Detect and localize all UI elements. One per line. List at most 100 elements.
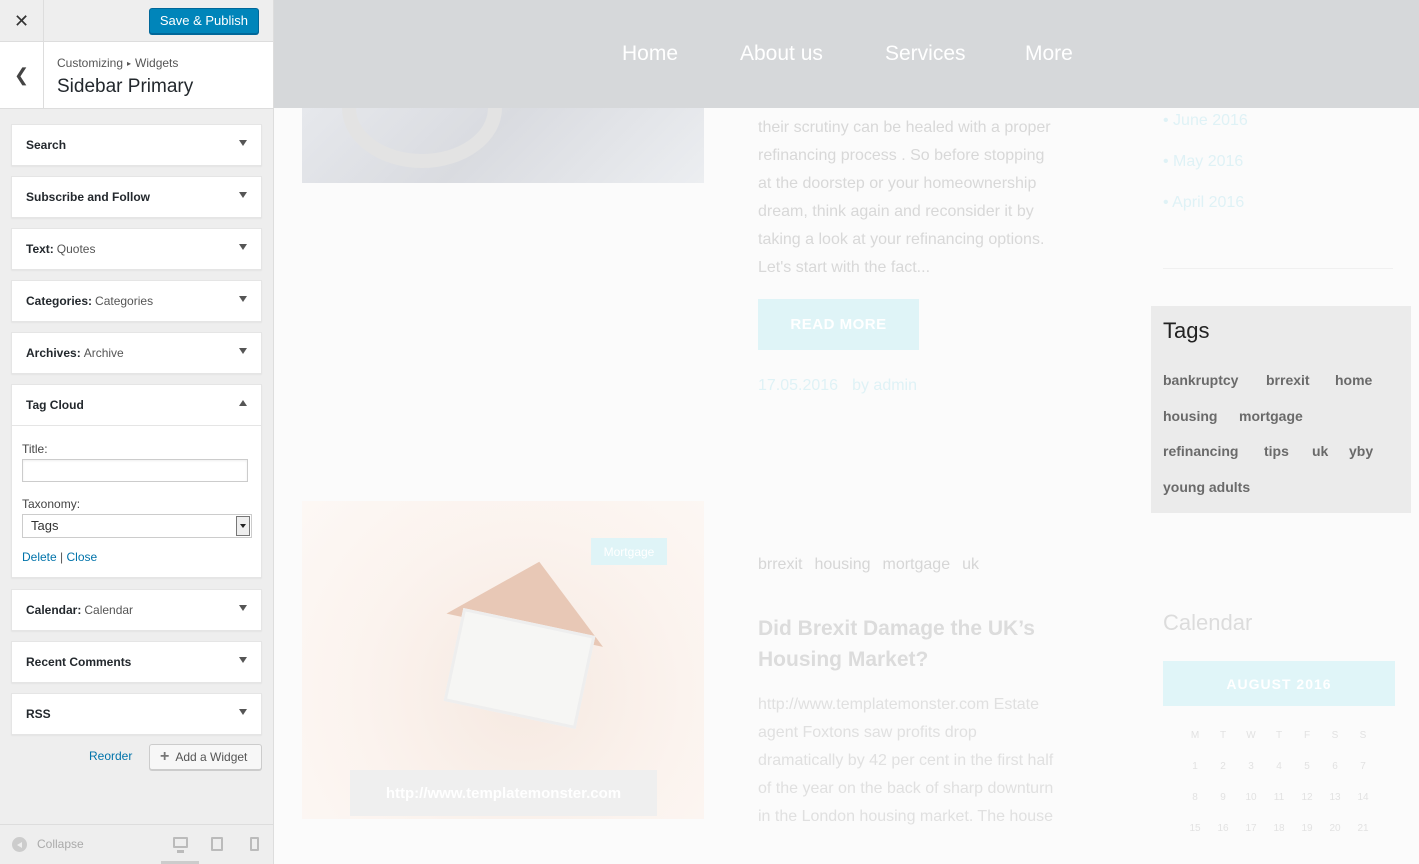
- post-tag[interactable]: uk: [962, 556, 979, 573]
- calendar-day[interactable]: 20: [1325, 823, 1345, 834]
- expand-arrow-icon[interactable]: [239, 296, 247, 302]
- nav-services[interactable]: Services: [885, 42, 966, 66]
- widget-categories[interactable]: Categories: Categories: [11, 280, 262, 322]
- widget-calendar[interactable]: Calendar: Calendar: [11, 589, 262, 631]
- widget-search[interactable]: Search: [11, 124, 262, 166]
- calendar-day[interactable]: 2: [1213, 761, 1233, 772]
- widget-text[interactable]: Text: Quotes: [11, 228, 262, 270]
- post-excerpt-line: their scrutiny can be healed with a prop…: [758, 119, 1051, 136]
- nav-more[interactable]: More: [1025, 42, 1073, 66]
- tag-link[interactable]: brrexit: [1266, 372, 1310, 388]
- calendar-day[interactable]: 7: [1353, 761, 1373, 772]
- calendar-day[interactable]: 8: [1185, 792, 1205, 803]
- post-title[interactable]: Did Brexit Damage the UK’s Housing Marke…: [758, 613, 1068, 675]
- calendar-day[interactable]: 18: [1269, 823, 1289, 834]
- tags-widget: Tags bankruptcy brrexit home housing mor…: [1151, 306, 1411, 513]
- collapse-label[interactable]: Collapse: [37, 837, 84, 851]
- close-link[interactable]: Close: [67, 550, 98, 564]
- taxonomy-select[interactable]: Tags: [22, 514, 252, 538]
- title-input[interactable]: [22, 459, 248, 482]
- expand-arrow-icon[interactable]: [239, 657, 247, 663]
- breadcrumb: Customizing ▸ Widgets: [57, 56, 178, 70]
- close-icon[interactable]: ✕: [0, 0, 44, 42]
- calendar-day[interactable]: 21: [1353, 823, 1373, 834]
- read-more-button[interactable]: READ MORE: [758, 299, 919, 350]
- tag-link[interactable]: bankruptcy: [1163, 372, 1238, 388]
- post-tag[interactable]: mortgage: [883, 556, 951, 573]
- post-excerpt-line: refinancing process . So before stopping: [758, 147, 1045, 164]
- calendar-day[interactable]: 14: [1353, 792, 1373, 803]
- post-excerpt-line: taking a look at your refinancing option…: [758, 231, 1045, 248]
- tag-link[interactable]: tips: [1264, 443, 1289, 459]
- customizer-panel: ✕ Save & Publish ❮ Customizing ▸ Widgets S…: [0, 0, 274, 864]
- collapse-arrow-icon[interactable]: [239, 400, 247, 406]
- widget-rss[interactable]: RSS: [11, 693, 262, 735]
- calendar-day[interactable]: 16: [1213, 823, 1233, 834]
- mobile-preview-icon[interactable]: [250, 837, 259, 851]
- tag-link[interactable]: young adults: [1163, 479, 1250, 495]
- chevron-down-icon[interactable]: [236, 516, 250, 536]
- calendar-day[interactable]: 10: [1241, 792, 1261, 803]
- expand-arrow-icon[interactable]: [239, 605, 247, 611]
- post-excerpt-line: Let's start with the fact...: [758, 259, 931, 276]
- widget-tag-cloud[interactable]: Tag Cloud Title: Taxonomy: Tags Delete |…: [11, 384, 262, 578]
- reorder-link[interactable]: Reorder: [89, 749, 132, 763]
- tablet-preview-icon[interactable]: [211, 837, 223, 851]
- post-author[interactable]: by admin: [852, 377, 917, 394]
- calendar-day[interactable]: 11: [1269, 792, 1289, 803]
- calendar-day[interactable]: 1: [1185, 761, 1205, 772]
- calendar-weekday: S: [1359, 730, 1367, 741]
- category-badge[interactable]: Mortgage: [591, 538, 667, 565]
- save-publish-button[interactable]: Save & Publish: [148, 8, 259, 34]
- expand-arrow-icon[interactable]: [239, 140, 247, 146]
- taxonomy-value: Tags: [31, 518, 59, 533]
- nav-home[interactable]: Home: [622, 42, 678, 66]
- image-caption[interactable]: http://www.templatemonster.com: [350, 770, 657, 816]
- tag-link[interactable]: housing: [1163, 408, 1217, 424]
- back-arrow-icon[interactable]: ❮: [0, 42, 44, 109]
- widget-title: Tag Cloud: [26, 398, 84, 412]
- desktop-preview-icon[interactable]: [173, 837, 188, 848]
- tag-link[interactable]: mortgage: [1239, 408, 1303, 424]
- tag-link[interactable]: home: [1335, 372, 1372, 388]
- post-tag[interactable]: housing: [814, 556, 870, 573]
- calendar-day[interactable]: 6: [1325, 761, 1345, 772]
- post-tag[interactable]: brrexit: [758, 556, 802, 573]
- calendar-day[interactable]: 19: [1297, 823, 1317, 834]
- calendar-day[interactable]: 15: [1185, 823, 1205, 834]
- archive-link[interactable]: • May 2016: [1163, 153, 1243, 171]
- calendar-day[interactable]: 17: [1241, 823, 1261, 834]
- widget-title: Recent Comments: [26, 655, 132, 669]
- widget-archives[interactable]: Archives: Archive: [11, 332, 262, 374]
- widget-title: Text:: [26, 242, 54, 256]
- calendar-day[interactable]: 3: [1241, 761, 1261, 772]
- nav-about[interactable]: About us: [740, 42, 823, 66]
- widget-subtitle: Calendar: [84, 603, 134, 617]
- expand-arrow-icon[interactable]: [239, 192, 247, 198]
- customizer-footer: Collapse: [0, 824, 273, 864]
- tag-link[interactable]: yby: [1349, 443, 1373, 459]
- expand-arrow-icon[interactable]: [239, 709, 247, 715]
- tag-link[interactable]: refinancing: [1163, 443, 1238, 459]
- widget-title: Categories:: [26, 294, 93, 308]
- widget-subscribe-follow[interactable]: Subscribe and Follow: [11, 176, 262, 218]
- collapse-icon[interactable]: [12, 837, 27, 852]
- post-excerpt-line: at the doorstep or your homeownership: [758, 175, 1037, 192]
- tag-link[interactable]: uk: [1312, 443, 1328, 459]
- expand-arrow-icon[interactable]: [239, 244, 247, 250]
- archive-link[interactable]: • June 2016: [1163, 112, 1248, 130]
- section-header: ❮ Customizing ▸ Widgets Sidebar Primary: [0, 42, 273, 109]
- calendar-day[interactable]: 12: [1297, 792, 1317, 803]
- post-image[interactable]: [302, 108, 704, 183]
- widget-recent-comments[interactable]: Recent Comments: [11, 641, 262, 683]
- calendar-day[interactable]: 13: [1325, 792, 1345, 803]
- taxonomy-label: Taxonomy:: [22, 497, 81, 511]
- calendar-day[interactable]: 9: [1213, 792, 1233, 803]
- expand-arrow-icon[interactable]: [239, 348, 247, 354]
- calendar-day[interactable]: 4: [1269, 761, 1289, 772]
- calendar-day[interactable]: 5: [1297, 761, 1317, 772]
- post-excerpt-line: http://www.templatemonster.com Estate: [758, 696, 1040, 713]
- add-widget-button[interactable]: + Add a Widget: [149, 744, 262, 770]
- archive-link[interactable]: • April 2016: [1163, 194, 1244, 212]
- delete-link[interactable]: Delete: [22, 550, 57, 564]
